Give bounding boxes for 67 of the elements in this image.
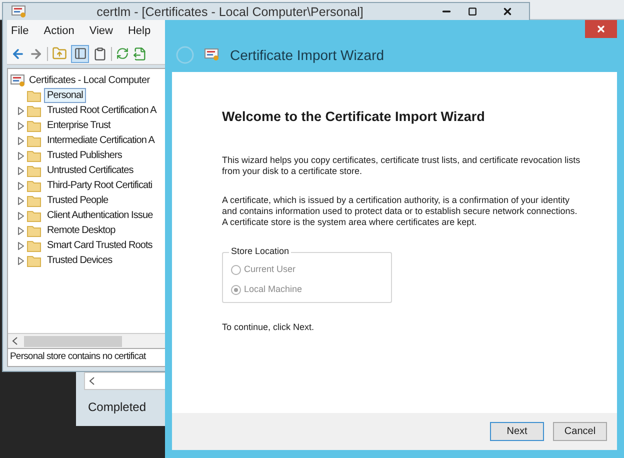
folder-icon — [27, 90, 41, 102]
expand-arrow-icon[interactable] — [18, 256, 24, 264]
folder-icon — [27, 134, 41, 146]
refresh-icon[interactable] — [116, 47, 129, 60]
close-icon — [502, 6, 512, 16]
expand-arrow-icon[interactable] — [18, 182, 24, 190]
certificate-store-icon — [10, 74, 26, 88]
status-bar-text: Personal store contains no certificat — [10, 350, 146, 364]
hint-text: To continue, click Next. — [222, 321, 316, 334]
group-label: Store Location — [229, 246, 292, 258]
description-text: This wizard helps you copy certificates, certificate trust lists, and certificate revocation lists from your disk to a certificate store. — [222, 155, 582, 178]
wizard-heading: Welcome to the Certificate Import Wizard — [222, 108, 486, 126]
tree-item[interactable]: Trusted Devices — [44, 253, 116, 268]
scrollbar-thumb[interactable] — [24, 336, 122, 346]
folder-icon — [27, 240, 41, 252]
expand-arrow-icon[interactable] — [18, 136, 24, 144]
tree-item[interactable]: Enterprise Trust — [44, 118, 114, 133]
tree-item[interactable]: Trusted Root Certification A — [44, 103, 160, 118]
folder-icon — [27, 164, 41, 176]
expand-arrow-icon[interactable] — [18, 242, 24, 250]
window-title: certlm - [Certificates - Local Computer\Personal] — [96, 4, 364, 18]
expand-arrow-icon[interactable] — [18, 152, 24, 160]
tree-item[interactable]: Trusted People — [44, 193, 112, 208]
scroll-left-icon[interactable] — [89, 377, 95, 385]
folder-icon — [27, 194, 41, 206]
folder-icon — [27, 254, 41, 266]
clipboard-icon[interactable] — [93, 46, 107, 60]
back-icon[interactable] — [11, 46, 25, 60]
menu-item[interactable]: Action — [44, 23, 74, 40]
status-text: Completed — [87, 399, 148, 416]
folder-icon — [27, 150, 41, 162]
radio-label: Local Machine — [244, 282, 302, 296]
tree-item[interactable]: Trusted Publishers — [44, 148, 125, 163]
folder-icon — [27, 180, 41, 192]
radio-label: Current User — [244, 263, 296, 276]
close-icon — [596, 24, 606, 34]
tree-item[interactable]: Untrusted Certificates — [44, 163, 136, 178]
menu-item[interactable]: File — [11, 23, 29, 40]
tree-item[interactable]: Remote Desktop — [44, 223, 118, 238]
menu-item[interactable]: View — [89, 23, 113, 40]
tree-item[interactable]: Client Authentication Issue — [44, 208, 156, 223]
expand-arrow-icon[interactable] — [18, 226, 24, 234]
wizard-button[interactable]: Cancel — [553, 422, 607, 441]
folder-icon — [27, 120, 41, 132]
expand-arrow-icon[interactable] — [18, 166, 24, 174]
maximize-icon — [468, 6, 476, 16]
wizard-title: Certificate Import Wizard — [230, 46, 384, 65]
expand-arrow-icon[interactable] — [18, 122, 24, 130]
expand-arrow-icon[interactable] — [18, 212, 24, 220]
tree-item[interactable]: Third-Party Root Certificati — [44, 178, 156, 193]
certificate-icon — [204, 48, 220, 62]
tree-item[interactable]: Intermediate Certification A — [44, 133, 158, 148]
expand-arrow-icon[interactable] — [18, 196, 24, 204]
tree-item[interactable]: Personal — [44, 88, 86, 103]
forward-icon[interactable] — [29, 46, 43, 60]
certificate-icon — [11, 4, 27, 18]
tree-root[interactable]: Certificates - Local Computer — [29, 73, 150, 88]
menu-item[interactable]: Help — [128, 23, 151, 40]
folder-icon — [27, 224, 41, 236]
folder-icon — [27, 104, 41, 116]
wizard-button[interactable]: Next — [490, 422, 544, 441]
folder-icon — [27, 210, 41, 222]
expand-arrow-icon[interactable] — [18, 106, 24, 114]
console-tree-toggle[interactable] — [71, 44, 89, 62]
tree-item[interactable]: Smart Card Trusted Roots — [44, 238, 156, 253]
description-text: A certificate, which is issued by a certification authority, is a confirmation of your identity and contains information used to protect data or to establish secure network connections. A certificate store is the system area where certificates are kept. — [222, 195, 578, 228]
export-icon[interactable] — [133, 46, 147, 60]
